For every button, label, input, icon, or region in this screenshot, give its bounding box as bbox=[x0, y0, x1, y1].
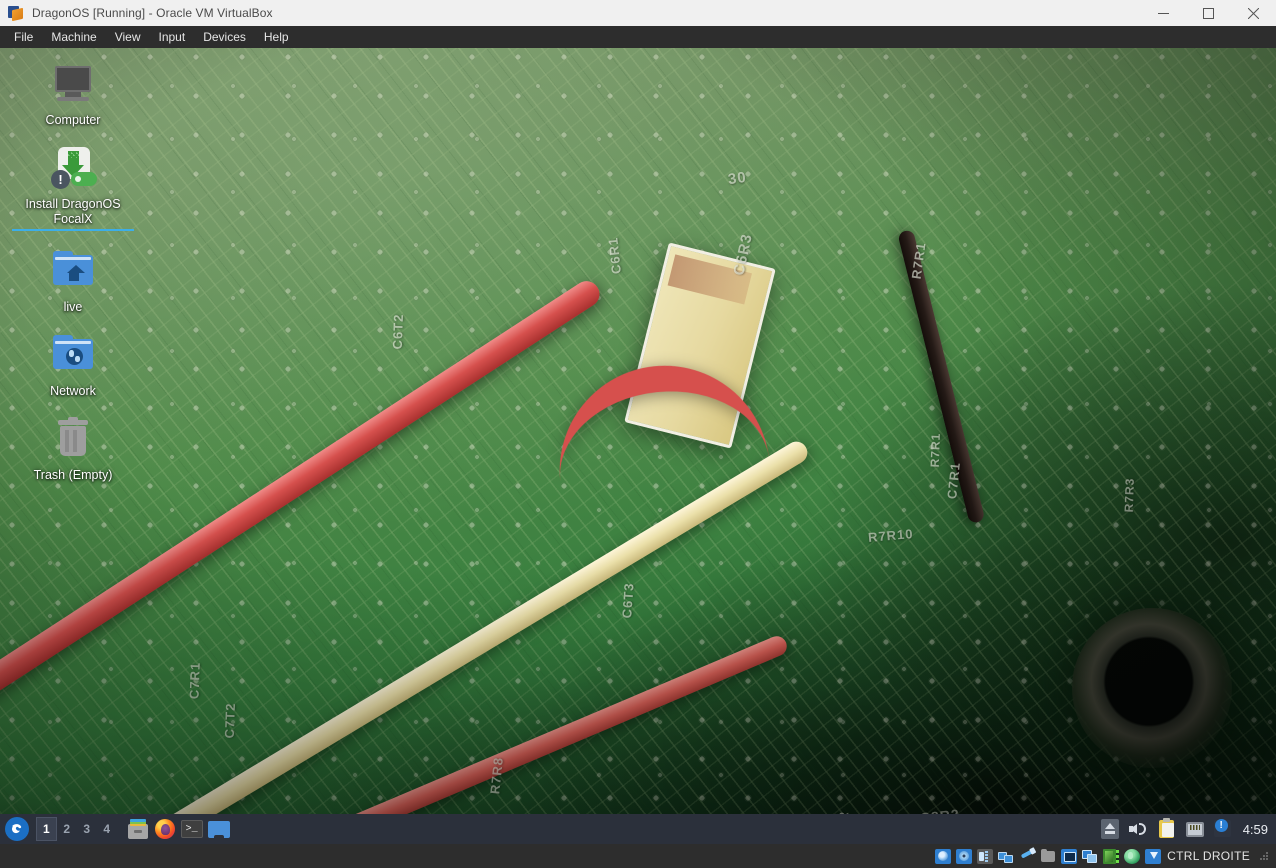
clipboard-icon[interactable] bbox=[1157, 819, 1177, 839]
virtualbox-statusbar: CTRL DROITE bbox=[0, 844, 1276, 868]
optical-disk-icon[interactable] bbox=[956, 849, 972, 864]
workspace-4[interactable]: 4 bbox=[97, 817, 117, 841]
workspace-switcher: 1 2 3 4 bbox=[36, 817, 117, 841]
trash-icon bbox=[49, 415, 97, 463]
mouse-integration-icon[interactable] bbox=[1124, 849, 1140, 864]
window-controls bbox=[1141, 0, 1276, 26]
installer-icon: ! bbox=[49, 144, 97, 192]
window-title: DragonOS [Running] - Oracle VM VirtualBo… bbox=[32, 6, 273, 20]
dragonos-start-icon bbox=[9, 821, 25, 837]
virtualbox-icon bbox=[8, 5, 24, 21]
virtualbox-window: DragonOS [Running] - Oracle VM VirtualBo… bbox=[0, 0, 1276, 868]
host-key-label: CTRL DROITE bbox=[1167, 849, 1250, 863]
shared-folder-icon[interactable] bbox=[1040, 849, 1056, 864]
resize-grip[interactable] bbox=[1258, 850, 1270, 862]
workspace-1[interactable]: 1 bbox=[36, 817, 57, 841]
desktop-icon-computer[interactable]: Computer bbox=[12, 54, 134, 132]
terminal-icon[interactable]: >_ bbox=[181, 818, 203, 840]
warning-badge-icon: ! bbox=[51, 170, 70, 189]
desktop-icon-label: Computer bbox=[46, 113, 101, 128]
menu-machine[interactable]: Machine bbox=[42, 27, 105, 47]
hard-disk-icon[interactable] bbox=[935, 849, 951, 864]
remote-desktop-icon[interactable] bbox=[1082, 849, 1098, 864]
ethernet-icon[interactable] bbox=[1185, 819, 1205, 839]
taskbar-clock[interactable]: 4:59 bbox=[1243, 822, 1268, 837]
desktop-icon-network[interactable]: Network bbox=[12, 325, 134, 403]
selection-underline bbox=[12, 229, 134, 231]
video-capture-icon[interactable] bbox=[1103, 849, 1119, 864]
home-folder-icon bbox=[49, 247, 97, 295]
host-key-icon[interactable] bbox=[1145, 849, 1161, 864]
window-titlebar: DragonOS [Running] - Oracle VM VirtualBo… bbox=[0, 0, 1276, 26]
minimize-button[interactable] bbox=[1141, 0, 1186, 26]
desktop-icon-label: Network bbox=[50, 384, 96, 399]
display-icon[interactable] bbox=[1061, 849, 1077, 864]
guest-taskbar: 1 2 3 4 >_ bbox=[0, 814, 1276, 844]
menu-view[interactable]: View bbox=[106, 27, 150, 47]
menu-devices[interactable]: Devices bbox=[194, 27, 255, 47]
guest-screen[interactable]: 30C6R3C6R1C6T2R7R1R7R1C7R1R7R10R7R3C6T3C… bbox=[0, 48, 1276, 844]
speaker-icon[interactable] bbox=[1129, 819, 1149, 839]
desktop-wallpaper: 30C6R3C6R1C6T2R7R1R7R1C7R1R7R10R7R3C6T3C… bbox=[0, 48, 1276, 844]
computer-monitor-icon bbox=[49, 60, 97, 108]
desktop-icon-column: Computer ! Install DragonOS FocalX bbox=[0, 48, 146, 487]
desktop-icon-install-dragonos[interactable]: ! Install DragonOS FocalX bbox=[12, 138, 134, 235]
update-notifier-icon[interactable] bbox=[1213, 819, 1233, 839]
window-icon[interactable] bbox=[208, 818, 230, 840]
firefox-icon[interactable] bbox=[154, 818, 176, 840]
system-tray: 4:59 bbox=[1101, 819, 1276, 839]
workspace-3[interactable]: 3 bbox=[77, 817, 97, 841]
desktop-icon-trash[interactable]: Trash (Empty) bbox=[12, 409, 134, 487]
desktop-icon-label: Install DragonOS FocalX bbox=[14, 197, 132, 227]
network-folder-icon bbox=[49, 331, 97, 379]
maximize-button[interactable] bbox=[1186, 0, 1231, 26]
taskbar-launchers: >_ bbox=[127, 818, 230, 840]
menu-file[interactable]: File bbox=[5, 27, 42, 47]
network-icon[interactable] bbox=[998, 849, 1014, 864]
desktop-icon-label: live bbox=[64, 300, 83, 315]
desktop-icon-live[interactable]: live bbox=[12, 241, 134, 319]
usb-icon[interactable] bbox=[1019, 849, 1035, 864]
wallpaper-vignette bbox=[0, 48, 1276, 844]
workspace-2[interactable]: 2 bbox=[57, 817, 77, 841]
eject-icon[interactable] bbox=[1101, 819, 1121, 839]
menu-help[interactable]: Help bbox=[255, 27, 298, 47]
file-manager-icon[interactable] bbox=[127, 818, 149, 840]
status-indicators bbox=[935, 849, 1161, 864]
menubar: File Machine View Input Devices Help bbox=[0, 26, 1276, 48]
menu-input[interactable]: Input bbox=[150, 27, 195, 47]
start-menu-button[interactable] bbox=[5, 817, 29, 841]
desktop-icon-label: Trash (Empty) bbox=[34, 468, 113, 483]
close-button[interactable] bbox=[1231, 0, 1276, 26]
audio-icon[interactable] bbox=[977, 849, 993, 864]
